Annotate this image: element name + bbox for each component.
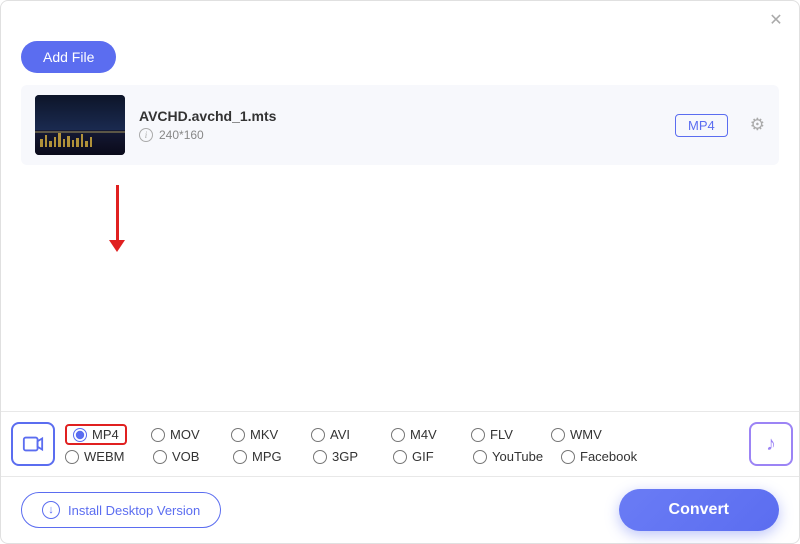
format-option-youtube[interactable]: YouTube [473,449,561,464]
format-label-facebook: Facebook [580,449,637,464]
format-radio-facebook[interactable] [561,450,575,464]
format-option-mov[interactable]: MOV [151,427,231,442]
convert-button[interactable]: Convert [619,489,779,531]
format-option-avi[interactable]: AVI [311,427,391,442]
format-label-youtube: YouTube [492,449,543,464]
format-radio-mpg[interactable] [233,450,247,464]
format-radio-3gp[interactable] [313,450,327,464]
format-option-mkv[interactable]: MKV [231,427,311,442]
format-option-vob[interactable]: VOB [153,449,233,464]
close-button[interactable]: ✕ [767,11,785,29]
add-file-button[interactable]: Add File [21,41,116,73]
download-circle-icon: ↓ [42,501,60,519]
format-label-flv: FLV [490,427,513,442]
format-option-m4v[interactable]: M4V [391,427,471,442]
format-options: MP4 MOV MKV AVI M4V [65,424,743,464]
format-label-3gp: 3GP [332,449,358,464]
file-list: AVCHD.avchd_1.mts i 240*160 MP4 ⚙ [1,85,799,165]
format-option-mpg[interactable]: MPG [233,449,313,464]
file-item: AVCHD.avchd_1.mts i 240*160 MP4 ⚙ [21,85,779,165]
format-option-webm[interactable]: WEBM [65,449,153,464]
format-option-wmv[interactable]: WMV [551,427,631,442]
format-label-mov: MOV [170,427,200,442]
format-radio-wmv[interactable] [551,428,565,442]
format-radio-youtube[interactable] [473,450,487,464]
format-radio-vob[interactable] [153,450,167,464]
settings-icon[interactable]: ⚙ [750,115,765,135]
info-icon: i [139,128,153,142]
format-label-m4v: M4V [410,427,437,442]
main-window: ✕ Add File [0,0,800,544]
format-option-3gp[interactable]: 3GP [313,449,393,464]
format-radio-m4v[interactable] [391,428,405,442]
audio-format-icon[interactable]: ♪ [749,422,793,466]
format-radio-mkv[interactable] [231,428,245,442]
format-bar: MP4 MOV MKV AVI M4V [1,411,799,476]
install-desktop-button[interactable]: ↓ Install Desktop Version [21,492,221,528]
format-label-webm: WEBM [84,449,124,464]
format-label-mp4: MP4 [92,427,119,442]
video-format-icon[interactable] [11,422,55,466]
file-name: AVCHD.avchd_1.mts [139,108,661,124]
format-radio-mov[interactable] [151,428,165,442]
format-label-mkv: MKV [250,427,278,442]
format-option-mp4[interactable]: MP4 [65,424,145,445]
format-label-vob: VOB [172,449,199,464]
format-label-gif: GIF [412,449,434,464]
format-option-gif[interactable]: GIF [393,449,473,464]
file-meta: i 240*160 [139,128,661,142]
format-row-2: WEBM VOB MPG 3GP GIF [65,449,743,464]
title-bar: ✕ [1,1,799,35]
format-radio-webm[interactable] [65,450,79,464]
format-radio-mp4[interactable] [73,428,87,442]
footer: ↓ Install Desktop Version Convert [1,476,799,543]
install-label: Install Desktop Version [68,503,200,518]
arrow-head [109,240,125,252]
file-resolution: 240*160 [159,128,204,142]
format-radio-avi[interactable] [311,428,325,442]
format-label-mpg: MPG [252,449,282,464]
format-label-wmv: WMV [570,427,602,442]
format-row-1: MP4 MOV MKV AVI M4V [65,424,743,445]
header: Add File [1,35,799,85]
arrow-indicator [109,185,125,252]
file-thumbnail [35,95,125,155]
format-badge: MP4 [675,114,728,137]
format-radio-gif[interactable] [393,450,407,464]
format-option-facebook[interactable]: Facebook [561,449,649,464]
format-label-avi: AVI [330,427,350,442]
format-radio-flv[interactable] [471,428,485,442]
format-option-flv[interactable]: FLV [471,427,551,442]
file-info: AVCHD.avchd_1.mts i 240*160 [139,108,661,142]
arrow-shaft [116,185,119,240]
content-area [1,165,799,411]
